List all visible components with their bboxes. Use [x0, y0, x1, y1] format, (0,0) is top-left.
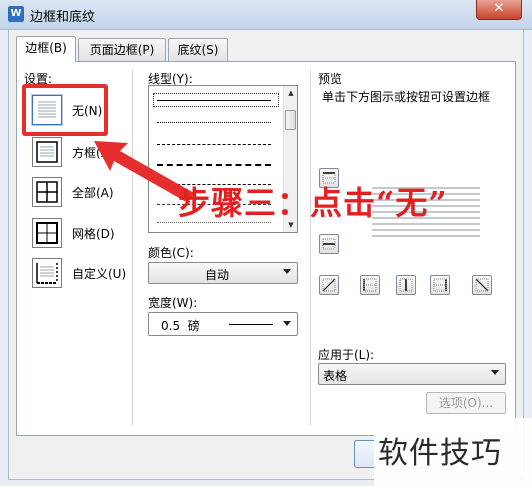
chevron-down-icon — [283, 321, 291, 326]
apply-to-select[interactable]: 表格 — [318, 363, 506, 385]
title-bar: W 边框和底纹 ✕ — [0, 0, 532, 30]
middle-horizontal-border-icon — [322, 238, 336, 250]
width-select[interactable]: 0.5 磅 — [148, 312, 298, 336]
setting-grid[interactable]: 网格(D) — [32, 218, 115, 250]
divider — [132, 70, 133, 425]
setting-custom-label: 自定义(U) — [72, 267, 127, 281]
setting-grid-label: 网格(D) — [72, 227, 115, 241]
preview-hint: 单击下方图示或按钮可设置边框 — [322, 90, 491, 104]
diagonal-down-button[interactable] — [472, 275, 492, 295]
custom-border-icon — [32, 258, 62, 288]
apply-to-value: 表格 — [323, 369, 348, 383]
middle-vertical-border-button[interactable] — [396, 275, 416, 295]
width-value: 0.5 磅 — [161, 319, 200, 333]
middle-horizontal-border-button[interactable] — [319, 234, 339, 254]
box-border-icon — [32, 137, 62, 167]
tab-page-borders[interactable]: 页面边框(P) — [78, 38, 166, 61]
scroll-up-icon[interactable]: ▲ — [284, 89, 298, 97]
highlight-box — [22, 84, 108, 136]
line-style-dotted[interactable] — [157, 122, 271, 123]
color-select[interactable]: 自动 — [148, 262, 298, 284]
diagonal-up-button[interactable] — [319, 275, 339, 295]
app-icon: W — [8, 6, 24, 22]
left-border-button[interactable] — [360, 275, 380, 295]
grid-border-icon — [32, 218, 62, 248]
close-button[interactable]: ✕ — [476, 0, 522, 20]
apply-to-heading: 应用于(L): — [318, 348, 375, 362]
scroll-thumb[interactable] — [285, 110, 296, 130]
chevron-down-icon — [491, 370, 499, 375]
preview-heading: 预览 — [318, 72, 343, 86]
left-border-icon — [363, 278, 377, 292]
color-value: 自动 — [205, 268, 230, 282]
tab-shading[interactable]: 底纹(S) — [168, 38, 228, 61]
tab-borders[interactable]: 边框(B) — [16, 36, 76, 62]
setting-custom[interactable]: 自定义(U) — [32, 258, 126, 290]
window-title: 边框和底纹 — [30, 10, 96, 25]
diagonal-up-icon — [322, 278, 336, 292]
divider — [310, 70, 311, 425]
chevron-down-icon — [283, 269, 291, 274]
watermark-text: 软件技巧 — [378, 436, 502, 471]
right-border-button[interactable] — [430, 275, 450, 295]
color-heading: 颜色(C): — [148, 246, 194, 260]
middle-vertical-border-icon — [399, 278, 413, 292]
diagonal-down-icon — [475, 278, 489, 292]
all-borders-icon — [32, 177, 62, 207]
line-style-solid[interactable] — [157, 100, 271, 101]
width-heading: 宽度(W): — [148, 296, 198, 310]
annotation-text: 步骤三：点击“无” — [178, 184, 448, 222]
options-button[interactable]: 选项(O)... — [426, 392, 506, 414]
width-line-sample — [229, 324, 273, 325]
right-border-icon — [433, 278, 447, 292]
